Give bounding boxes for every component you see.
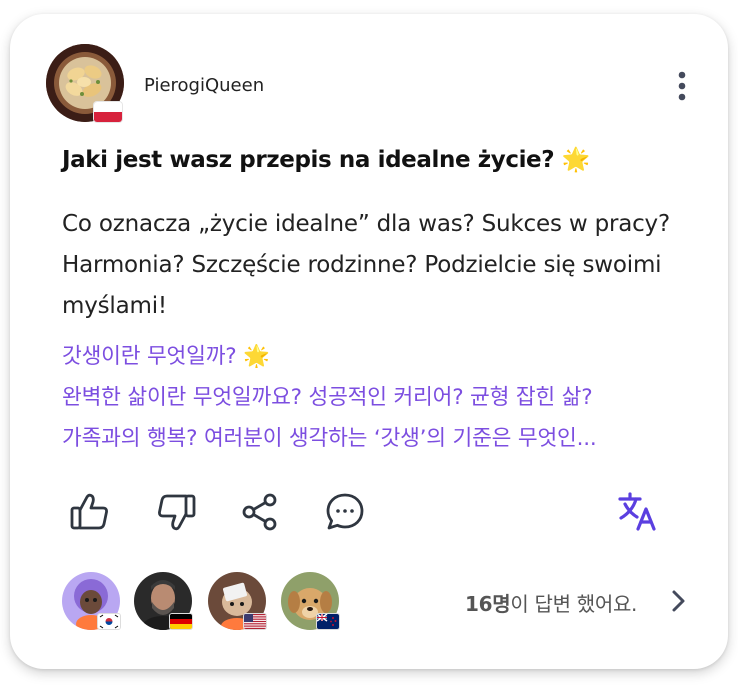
responders-count-number: 16명 — [465, 592, 511, 616]
chevron-right-icon — [672, 590, 685, 612]
share-button[interactable] — [236, 488, 284, 536]
thumbs-up-icon — [70, 493, 108, 530]
view-responses-button[interactable] — [664, 586, 692, 616]
translated-line: 갓생이란 무엇일까? 🌟 — [62, 344, 270, 369]
post-title: Jaki jest wasz przepis na idealne życie?… — [62, 147, 591, 173]
post-author-row: PierogiQueen — [46, 44, 696, 124]
translate-icon — [618, 492, 656, 531]
poland-flag-icon — [94, 102, 122, 122]
more-options-button[interactable] — [664, 68, 700, 104]
comment-button[interactable] — [321, 488, 369, 536]
responders-row: 16명이 답변 했어요. — [10, 572, 728, 632]
like-button[interactable] — [66, 488, 114, 536]
usa-flag-icon — [244, 614, 266, 629]
new-zealand-flag-icon — [317, 614, 339, 629]
share-icon — [242, 493, 277, 531]
responder-avatar[interactable] — [281, 572, 339, 630]
responder-avatar[interactable] — [62, 572, 120, 630]
post-body: Co oznacza „życie idealne” dla was? Sukc… — [62, 211, 670, 319]
action-bar — [10, 488, 728, 538]
translate-button[interactable] — [614, 488, 662, 536]
kebab-menu-icon — [678, 71, 686, 101]
translated-line: 완벽한 삶이란 무엇일까요? 성공적인 커리어? 균형 잡힌 삶? — [62, 385, 593, 410]
author-username[interactable]: PierogiQueen — [144, 75, 264, 96]
thumbs-down-icon — [158, 494, 196, 531]
responder-avatar[interactable] — [134, 572, 192, 630]
germany-flag-icon — [170, 614, 192, 629]
translated-text[interactable]: 갓생이란 무엇일까? 🌟 완벽한 삶이란 무엇일까요? 성공적인 커리어? 균형… — [62, 336, 692, 459]
responders-count[interactable]: 16명이 답변 했어요. — [465, 588, 637, 617]
chat-bubble-icon — [326, 493, 364, 530]
responders-count-text: 이 답변 했어요. — [510, 592, 638, 616]
responder-avatar[interactable] — [208, 572, 266, 630]
post-card: PierogiQueen Jaki jest wasz przepis na i… — [10, 14, 728, 669]
south-korea-flag-icon — [98, 614, 120, 629]
translated-line: 가족과의 행복? 여러분이 생각하는 ‘갓생’의 기준은 무엇인... — [62, 426, 597, 451]
dislike-button[interactable] — [152, 488, 200, 536]
